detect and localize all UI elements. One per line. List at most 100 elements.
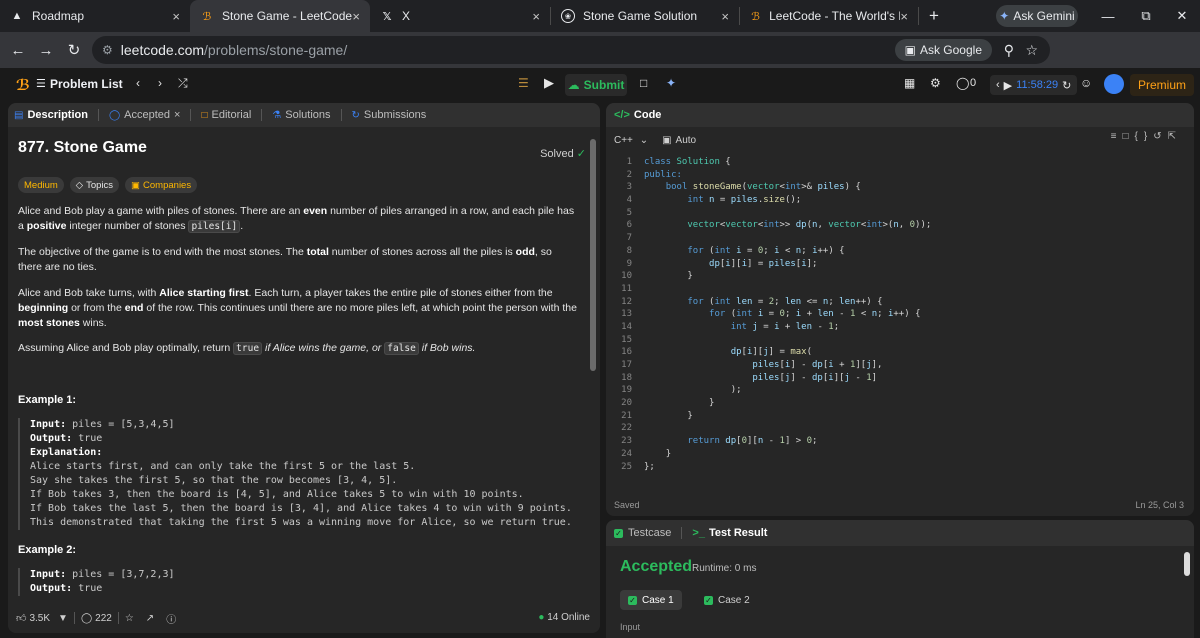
code-line[interactable]: 10 } xyxy=(606,270,1194,283)
code-line[interactable]: 14 int j = i + len - 1; xyxy=(606,321,1194,334)
code-line[interactable]: 20 } xyxy=(606,397,1194,410)
user-avatar[interactable] xyxy=(1104,74,1124,94)
tab-submissions[interactable]: ↻ Submissions xyxy=(352,109,427,121)
code-line[interactable]: 11 xyxy=(606,283,1194,296)
tab-testcase[interactable]: ✓ Testcase xyxy=(614,527,671,539)
close-tab-icon[interactable]: × xyxy=(900,9,908,24)
code-line[interactable]: 13 for (int i = 0; i + len - 1 < n; i++)… xyxy=(606,308,1194,321)
settings-gear-icon[interactable]: ⚙ xyxy=(930,76,941,90)
language-select[interactable]: C++ ⌄ xyxy=(614,135,648,146)
close-window-button[interactable]: ✕ xyxy=(1164,0,1200,32)
next-problem-icon[interactable]: › xyxy=(158,76,162,90)
notes-icon[interactable]: □ xyxy=(640,76,647,90)
code-line[interactable]: 3 bool stoneGame(vector<int>& piles) { xyxy=(606,181,1194,194)
code-line[interactable]: 4 int n = piles.size(); xyxy=(606,194,1194,207)
add-friend-icon[interactable]: ☺ xyxy=(1080,76,1092,90)
line-number: 6 xyxy=(626,220,632,231)
code-line[interactable]: 6 vector<vector<int>> dp(n, vector<int>(… xyxy=(606,219,1194,232)
ask-google-button[interactable]: ▣ Ask Google xyxy=(894,39,992,61)
description-paragraph-1: Alice and Bob play a game with piles of … xyxy=(18,204,578,234)
reset-icon[interactable]: ↺ xyxy=(1153,131,1167,142)
code-line[interactable]: 7 xyxy=(606,232,1194,245)
forward-arrow-icon[interactable]: → xyxy=(32,42,60,59)
browser-tab-stone-game-solution[interactable]: ❀ Stone Game Solution × xyxy=(551,0,739,32)
close-tab-icon[interactable]: × xyxy=(352,9,360,24)
code-line[interactable]: 24 } xyxy=(606,448,1194,461)
help-icon[interactable]: ⓘ xyxy=(166,611,176,626)
layout-icon[interactable]: ▦ xyxy=(904,76,915,90)
favorite-star-icon[interactable]: ☆ xyxy=(125,613,134,624)
share-icon[interactable]: ↗ xyxy=(146,613,154,624)
left-scrollbar[interactable] xyxy=(590,139,596,371)
close-tab-icon[interactable]: × xyxy=(174,109,180,121)
comment-icon[interactable]: ◯ xyxy=(81,613,92,624)
code-line[interactable]: 9 dp[i][i] = piles[i]; xyxy=(606,258,1194,271)
browser-tab-leetcode-home[interactable]: ℬ LeetCode - The World's Leadin × xyxy=(740,0,918,32)
code-line[interactable]: 19 ); xyxy=(606,384,1194,397)
submit-button[interactable]: ☁ Submit xyxy=(565,74,627,96)
code-text: ); xyxy=(730,385,742,396)
code-line[interactable]: 18 piles[j] - dp[i][j - 1] xyxy=(606,372,1194,385)
case-2-tab[interactable]: ✓ Case 2 xyxy=(696,590,758,610)
browser-tab-stone-game[interactable]: ℬ Stone Game - LeetCode × xyxy=(190,0,370,32)
prev-problem-icon[interactable]: ‹ xyxy=(136,76,140,90)
online-label: 14 Online xyxy=(547,612,590,623)
code-line[interactable]: 2 public: xyxy=(606,169,1194,182)
address-bar[interactable]: ⚙ leetcode.com /problems/stone-game/ ▣ A… xyxy=(92,36,1050,64)
code-line[interactable]: 22 xyxy=(606,422,1194,435)
braces-icon[interactable]: {} xyxy=(1135,131,1154,142)
code-line[interactable]: 15 xyxy=(606,334,1194,347)
premium-button[interactable]: Premium xyxy=(1130,74,1194,96)
code-lines[interactable]: 1 class Solution {2 public: 3 bool stoneGam… xyxy=(606,156,1194,473)
bookmark-star-icon[interactable]: ☆ xyxy=(1025,42,1038,59)
problem-list-link[interactable]: Problem List xyxy=(50,77,123,91)
topics-chip[interactable]: ◇ Topics xyxy=(69,177,120,193)
list-icon: ☰ xyxy=(36,78,46,90)
session-timer[interactable]: ‹ ▶ 11:58:29 ↻ xyxy=(990,75,1078,95)
text-bold: most stones xyxy=(18,317,80,329)
restore-window-button[interactable]: ⧉ xyxy=(1128,0,1164,32)
minimize-window-button[interactable]: — xyxy=(1090,0,1126,32)
debug-icon[interactable]: ☰ xyxy=(518,76,529,90)
thumbs-down-icon[interactable]: ▼ xyxy=(58,613,68,624)
code-line[interactable]: 21 } xyxy=(606,410,1194,423)
code-line[interactable]: 16 dp[i][j] = max( xyxy=(606,346,1194,359)
auto-mode-label[interactable]: Auto xyxy=(676,135,697,146)
back-arrow-icon[interactable]: ← xyxy=(4,42,32,59)
code-line[interactable]: 1 class Solution { xyxy=(606,156,1194,169)
tab-solutions[interactable]: ⚗ Solutions xyxy=(272,109,330,121)
shuffle-icon[interactable]: ⤮ xyxy=(178,76,188,91)
right-scrollbar[interactable] xyxy=(1184,552,1190,576)
code-line[interactable]: 12 for (int len = 2; len <= n; len++) { xyxy=(606,296,1194,309)
site-info-icon[interactable]: ⚙ xyxy=(102,43,113,57)
close-tab-icon[interactable]: × xyxy=(172,9,180,24)
ai-sparkle-icon[interactable]: ✦ xyxy=(666,76,676,90)
companies-chip[interactable]: ▣ Companies xyxy=(125,177,198,193)
reload-icon[interactable]: ↻ xyxy=(60,41,88,59)
new-tab-button[interactable]: + xyxy=(919,0,949,32)
run-icon[interactable]: ▶ xyxy=(544,75,554,91)
leetcode-logo-icon[interactable]: ℬ xyxy=(16,76,32,94)
thumbs-up-icon[interactable]: 👍︎ xyxy=(16,612,26,624)
fullscreen-icon[interactable]: ⇱ xyxy=(1168,131,1182,142)
tab-accepted[interactable]: ◯ Accepted × xyxy=(109,109,181,121)
code-line[interactable]: 25}; xyxy=(606,461,1194,474)
close-tab-icon[interactable]: × xyxy=(532,9,540,24)
bookmark-icon[interactable]: □ xyxy=(1122,131,1134,142)
ask-gemini-button[interactable]: ✦ Ask Gemini xyxy=(996,5,1078,27)
code-line[interactable]: 5 xyxy=(606,207,1194,220)
tab-description[interactable]: ▤ Description xyxy=(14,109,88,121)
tab-test-result[interactable]: >_ Test Result xyxy=(692,527,767,539)
code-line[interactable]: 17 piles[i] - dp[i + 1][j], xyxy=(606,359,1194,372)
browser-tab-x[interactable]: 𝕏 X × xyxy=(370,0,550,32)
format-icon[interactable]: ≡ xyxy=(1111,131,1123,142)
code-line[interactable]: 23 return dp[0][n - 1] > 0; xyxy=(606,435,1194,448)
code-line[interactable]: 8 for (int i = 0; i < n; i++) { xyxy=(606,245,1194,258)
case-1-tab[interactable]: ✓ Case 1 xyxy=(620,590,682,610)
streak-icon[interactable]: ◯ xyxy=(956,76,969,90)
left-panel-tabs: ▤ Description ◯ Accepted × □ Editorial ⚗… xyxy=(8,103,600,127)
browser-tab-roadmap[interactable]: ▲ Roadmap × xyxy=(0,0,190,32)
tab-editorial[interactable]: □ Editorial xyxy=(201,109,251,121)
close-tab-icon[interactable]: × xyxy=(721,9,729,24)
zoom-icon[interactable]: ⚲ xyxy=(1004,42,1014,59)
